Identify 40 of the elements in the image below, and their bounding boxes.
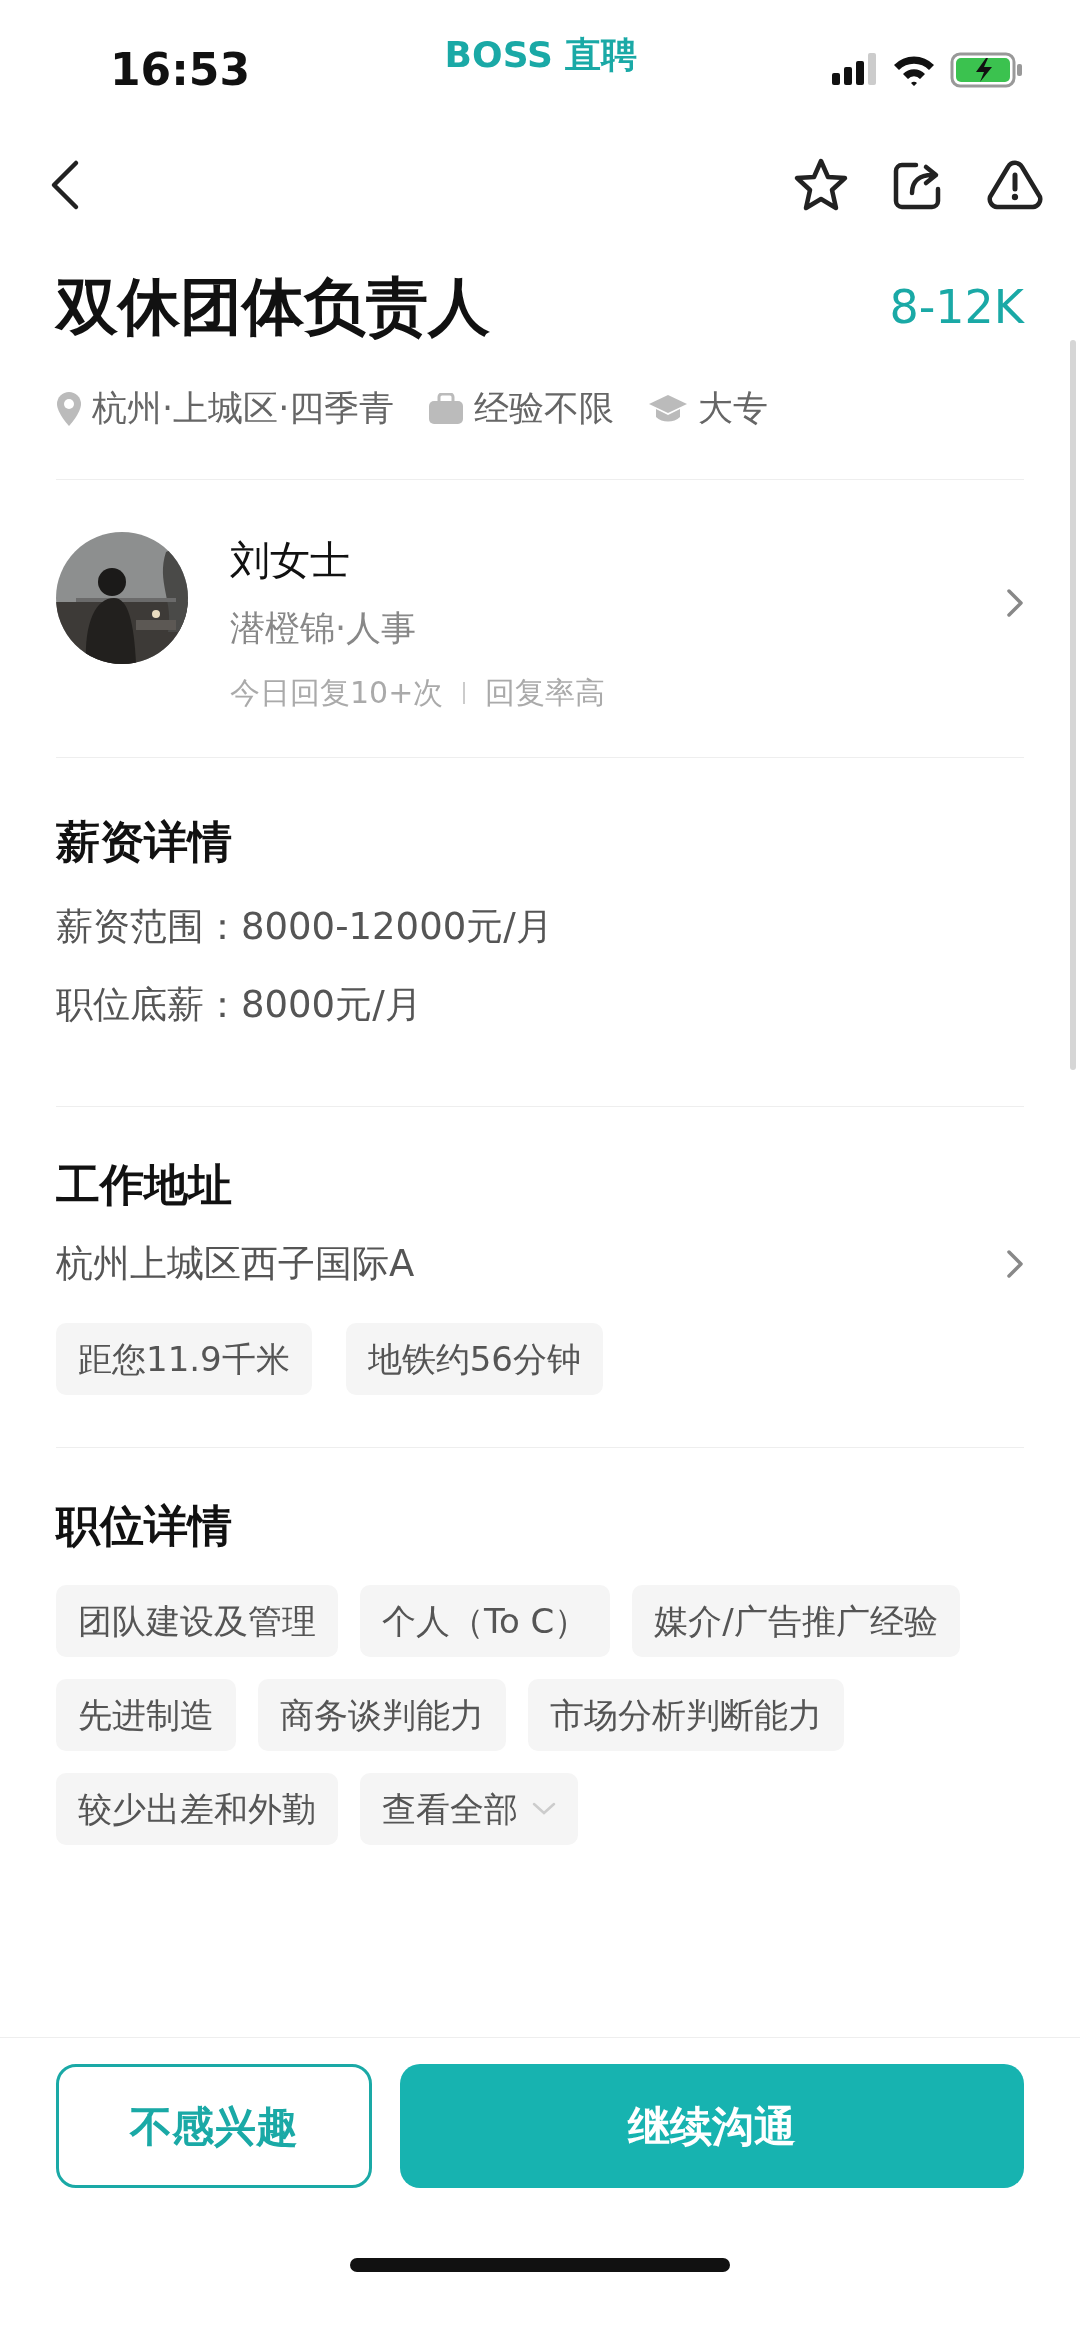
skill-tag: 商务谈判能力 xyxy=(258,1679,506,1752)
skill-tag: 团队建设及管理 xyxy=(56,1585,338,1658)
skill-tag: 先进制造 xyxy=(56,1679,236,1752)
job-requirement: 杭州·上城区·四季青 xyxy=(92,387,395,431)
graduation-cap-icon xyxy=(648,393,689,424)
location-pin-icon xyxy=(56,390,82,427)
salary-detail: 职位底薪：8000元/月 xyxy=(56,981,423,1028)
recruiter-company: 潜橙锦·人事 xyxy=(230,606,418,650)
work-address[interactable]: 杭州上城区西子国际A xyxy=(56,1236,415,1292)
skill-tag: 市场分析判断能力 xyxy=(528,1679,844,1752)
chevron-right-icon[interactable] xyxy=(1006,587,1024,618)
skill-tag: 媒介/广告推广经验 xyxy=(632,1585,960,1658)
section-heading: 工作地址 xyxy=(56,1159,233,1212)
recruiter-name: 刘女士 xyxy=(230,535,351,584)
reply-count: 今日回复10+次 xyxy=(230,674,444,713)
star-icon[interactable] xyxy=(792,157,850,213)
section-heading: 薪资详情 xyxy=(56,816,233,870)
skill-tag: 较少出差和外勤 xyxy=(56,1773,338,1846)
warning-icon[interactable] xyxy=(986,159,1044,211)
reply-rate: 回复率高 xyxy=(485,674,606,713)
back-to-app-label[interactable]: BOSS 直聘 xyxy=(444,28,638,82)
job-title: 双休团体负责人 xyxy=(56,270,490,345)
section-heading: 职位详情 xyxy=(56,1500,233,1554)
chevron-down-icon xyxy=(532,1802,556,1817)
briefcase-icon xyxy=(428,392,465,425)
not-interested-button[interactable]: 不感兴趣 xyxy=(56,2064,372,2188)
job-requirement: 大专 xyxy=(698,387,769,431)
distance-tag: 地铁约56分钟 xyxy=(345,1323,603,1396)
wifi-icon xyxy=(892,54,936,86)
signal-icon xyxy=(832,53,878,87)
salary-detail: 薪资范围：8000-12000元/月 xyxy=(56,904,554,951)
chevron-right-icon[interactable] xyxy=(1006,1248,1024,1279)
status-time: 16:53 xyxy=(110,43,251,97)
view-all-button[interactable]: 查看全部 xyxy=(360,1773,578,1846)
job-requirement: 经验不限 xyxy=(474,387,615,431)
skill-tag: 个人（To C） xyxy=(360,1585,611,1658)
battery-icon xyxy=(950,52,1024,88)
continue-chat-button[interactable]: 继续沟通 xyxy=(400,2064,1024,2188)
distance-tag: 距您11.9千米 xyxy=(56,1323,312,1396)
salary-range: 8-12K xyxy=(889,278,1024,336)
